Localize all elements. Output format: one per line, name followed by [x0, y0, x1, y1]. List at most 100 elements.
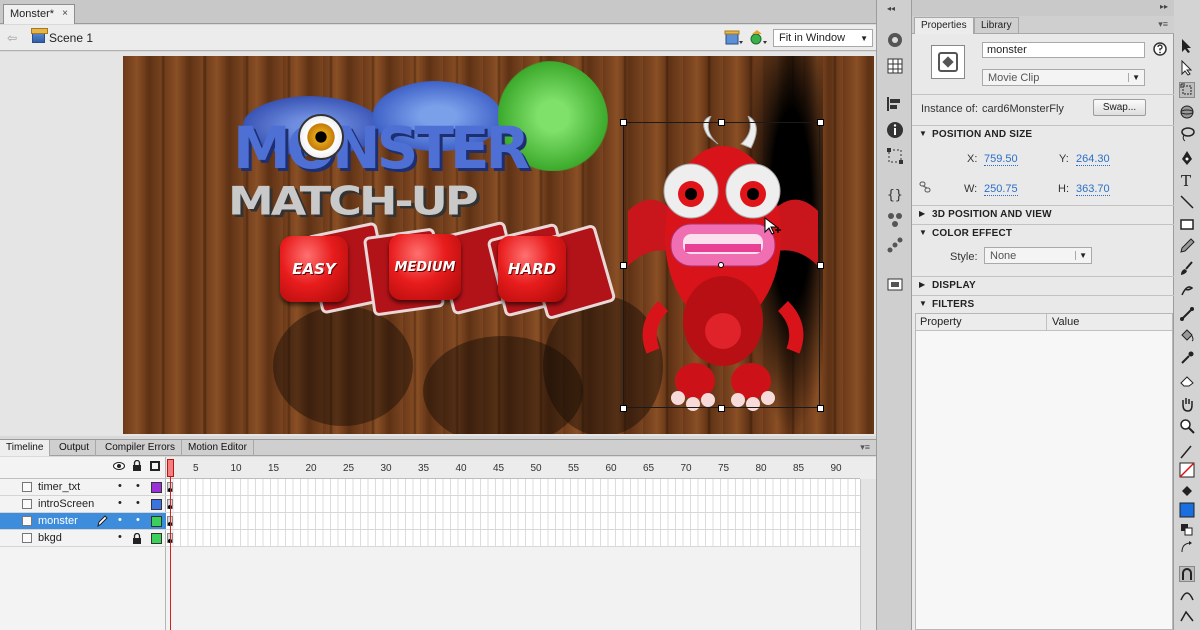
stroke-color-swatch[interactable]: [1179, 462, 1195, 478]
smooth-icon[interactable]: [1179, 588, 1195, 604]
visibility-dot[interactable]: •: [118, 497, 122, 509]
align-panel-icon[interactable]: [885, 94, 905, 114]
timeline-scrollbar[interactable]: [860, 479, 876, 630]
frame-row[interactable]: [166, 530, 860, 547]
tab-library[interactable]: Library: [974, 17, 1019, 34]
layer-row-introscreen[interactable]: introScreen • •: [0, 496, 166, 513]
help-icon[interactable]: [1153, 42, 1167, 59]
layer-color-swatch[interactable]: [151, 499, 162, 510]
components-panel-icon[interactable]: [885, 210, 905, 230]
3d-rotation-tool-icon[interactable]: [1179, 104, 1195, 120]
color-style-select[interactable]: None ▼: [984, 247, 1092, 264]
layer-color-swatch[interactable]: [151, 482, 162, 493]
line-tool-icon[interactable]: [1179, 194, 1195, 210]
scene-panel-icon[interactable]: [885, 274, 905, 294]
free-transform-tool-icon[interactable]: [1179, 82, 1195, 98]
h-value[interactable]: 363.70: [1076, 183, 1110, 196]
visibility-dot[interactable]: •: [118, 531, 122, 543]
layer-row-monster[interactable]: monster • •: [0, 513, 166, 530]
playhead[interactable]: [167, 459, 174, 477]
transform-handle[interactable]: [620, 405, 627, 412]
bone-tool-icon[interactable]: [1179, 306, 1195, 322]
document-tab-monster[interactable]: Monster* ×: [3, 4, 75, 24]
section-display[interactable]: ▶ DISPLAY: [912, 276, 1174, 294]
section-color-effect[interactable]: ▼ COLOR EFFECT: [912, 224, 1174, 242]
layer-row-timer-txt[interactable]: timer_txt • •: [0, 479, 166, 496]
hard-button[interactable]: HARD: [498, 236, 566, 302]
black-white-icon[interactable]: [1179, 522, 1195, 538]
transform-handle[interactable]: [718, 405, 725, 412]
subselection-tool-icon[interactable]: [1179, 59, 1195, 76]
fill-color-icon[interactable]: [1179, 484, 1195, 500]
medium-button[interactable]: MEDIUM: [389, 234, 461, 300]
zoom-tool-icon[interactable]: [1179, 418, 1195, 434]
transform-handle[interactable]: [817, 119, 824, 126]
pasteboard[interactable]: MONSTER MATCH-UP EASY MEDIUM HARD: [0, 52, 876, 436]
deco-tool-icon[interactable]: [1179, 282, 1195, 298]
registration-point[interactable]: [718, 262, 724, 268]
transform-handle[interactable]: [620, 119, 627, 126]
x-value[interactable]: 759.50: [984, 153, 1018, 166]
eyedropper-tool-icon[interactable]: [1179, 350, 1195, 366]
rectangle-tool-icon[interactable]: [1179, 216, 1195, 232]
lasso-tool-icon[interactable]: [1179, 126, 1195, 142]
pencil-tool-icon[interactable]: [1179, 238, 1195, 254]
lock-icon[interactable]: [132, 532, 142, 548]
scene-label[interactable]: Scene 1: [49, 31, 93, 45]
text-tool-icon[interactable]: T: [1179, 172, 1195, 190]
snap-to-objects-icon[interactable]: [1179, 566, 1195, 582]
stroke-color-icon[interactable]: [1179, 444, 1195, 460]
tab-motion-editor[interactable]: Motion Editor: [182, 440, 254, 456]
edit-scene-icon[interactable]: [724, 29, 744, 47]
back-arrow-icon[interactable]: ⇦: [7, 31, 17, 45]
eraser-tool-icon[interactable]: [1179, 372, 1195, 388]
column-header-value[interactable]: Value: [1052, 316, 1079, 328]
transform-handle[interactable]: [817, 262, 824, 269]
visibility-dot[interactable]: •: [118, 514, 122, 526]
info-panel-icon[interactable]: [885, 120, 905, 140]
layer-color-swatch[interactable]: [151, 533, 162, 544]
section-filters[interactable]: ▼ FILTERS: [912, 295, 1174, 313]
panel-menu-icon[interactable]: ▾≡: [1158, 19, 1168, 30]
hand-tool-icon[interactable]: [1179, 396, 1195, 412]
collapse-arrows-icon[interactable]: ◂◂: [887, 4, 895, 13]
transform-handle[interactable]: [817, 405, 824, 412]
transform-handle[interactable]: [620, 262, 627, 269]
section-3d-position[interactable]: ▶ 3D POSITION AND VIEW: [912, 205, 1174, 223]
column-header-property[interactable]: Property: [920, 316, 962, 328]
stage[interactable]: MONSTER MATCH-UP EASY MEDIUM HARD: [123, 56, 874, 434]
color-panel-icon[interactable]: [885, 30, 905, 50]
frame-row[interactable]: [166, 513, 860, 530]
layer-color-swatch[interactable]: [151, 516, 162, 527]
edit-symbols-icon[interactable]: [748, 29, 768, 47]
brush-tool-icon[interactable]: [1179, 260, 1195, 276]
swap-colors-icon[interactable]: [1179, 540, 1195, 556]
filters-table[interactable]: Property Value: [915, 313, 1173, 630]
transform-handle[interactable]: [718, 119, 725, 126]
eye-icon[interactable]: [113, 461, 125, 474]
instance-name-input[interactable]: monster: [982, 42, 1145, 58]
swap-button[interactable]: Swap...: [1093, 99, 1146, 116]
lock-icon[interactable]: [132, 459, 142, 475]
tab-output[interactable]: Output: [53, 440, 97, 456]
selection-tool-icon[interactable]: [1179, 38, 1195, 54]
close-tab-icon[interactable]: ×: [62, 8, 68, 19]
actions-panel-icon[interactable]: {}: [885, 184, 905, 204]
lock-dot[interactable]: •: [136, 480, 140, 492]
section-position-size[interactable]: ▼ POSITION AND SIZE: [912, 125, 1174, 143]
layer-row-bkgd[interactable]: bkgd •: [0, 530, 166, 547]
frame-row[interactable]: [166, 496, 860, 513]
swatches-panel-icon[interactable]: [885, 56, 905, 76]
tab-timeline[interactable]: Timeline: [0, 440, 51, 456]
symbol-type-select[interactable]: Movie Clip ▼: [982, 69, 1145, 86]
lock-dot[interactable]: •: [136, 497, 140, 509]
transform-panel-icon[interactable]: [885, 146, 905, 166]
motion-presets-icon[interactable]: [885, 236, 905, 256]
lock-dot[interactable]: •: [136, 514, 140, 526]
y-value[interactable]: 264.30: [1076, 153, 1110, 166]
link-constrain-icon[interactable]: [918, 180, 932, 197]
panel-menu-icon[interactable]: ▾≡: [860, 442, 870, 453]
w-value[interactable]: 250.75: [984, 183, 1018, 196]
pen-tool-icon[interactable]: [1179, 150, 1195, 166]
frame-grid[interactable]: 151015202530354045505560657075808590: [166, 457, 860, 630]
